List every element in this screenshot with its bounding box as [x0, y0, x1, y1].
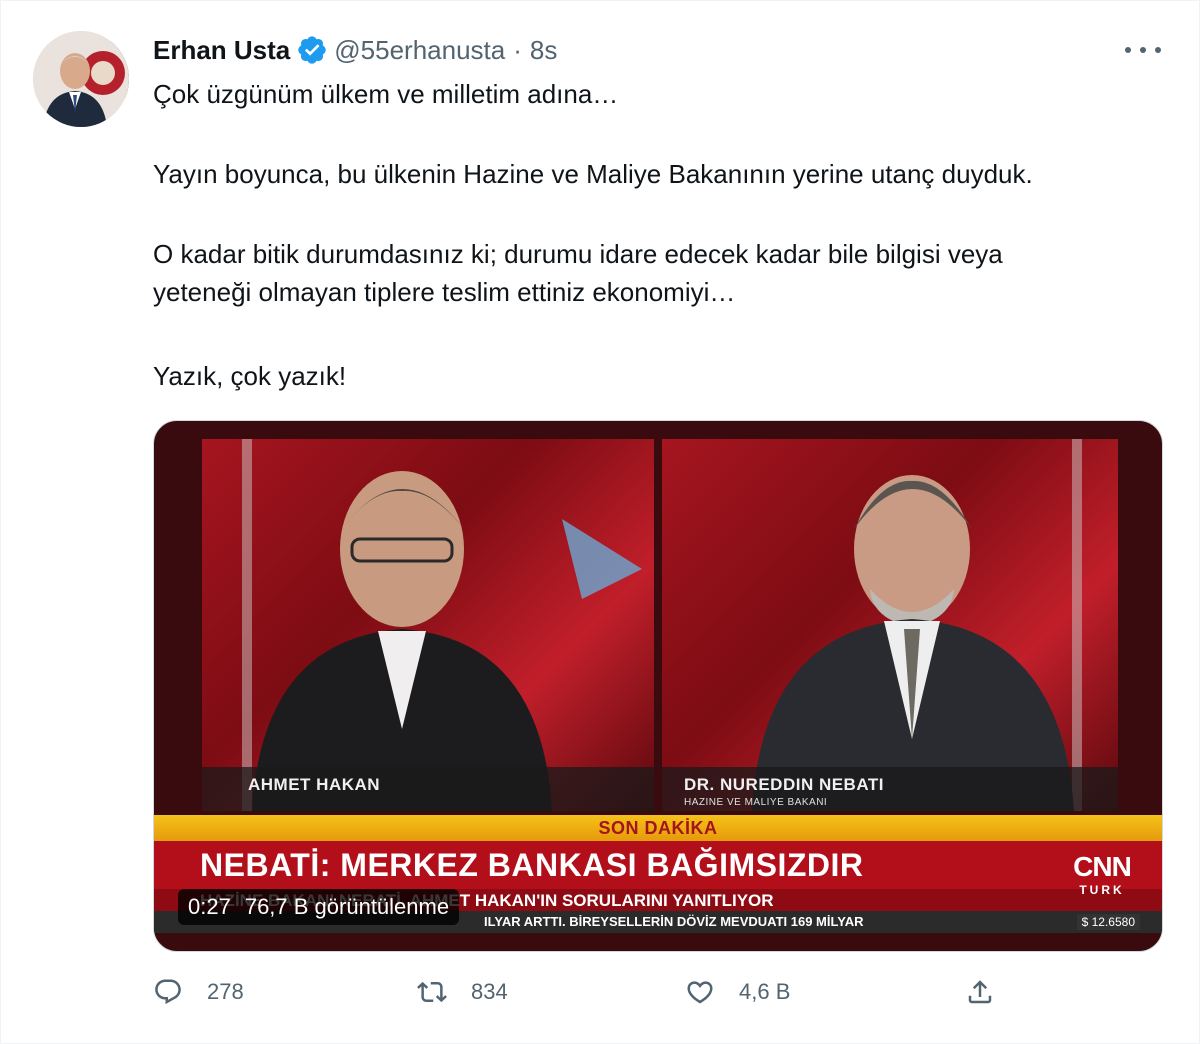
channel-logo-bottom: TURK [1079, 883, 1125, 897]
breaking-news-bar: SON DAKİKA [154, 815, 1162, 841]
tweet-text-paragraph: Yayın boyunca, bu ülkenin Hazine ve Mali… [153, 159, 1033, 189]
headline-text: NEBATİ: MERKEZ BANKASI BAĞIMSIZDIR [200, 847, 864, 883]
author-handle[interactable]: @55erhanusta [334, 35, 505, 66]
headline-bar: NEBATİ: MERKEZ BANKASI BAĞIMSIZDIR [154, 841, 1162, 889]
channel-logo: CNN TURK [1066, 851, 1138, 897]
reply-icon [155, 979, 181, 1005]
guest-figure [752, 475, 1074, 811]
share-icon [968, 980, 992, 1004]
video-view-count: 76,7 B görüntülenme [244, 894, 450, 919]
header-separator: · [513, 34, 522, 65]
author-avatar[interactable] [33, 31, 129, 127]
retweet-icon [417, 981, 447, 1003]
author-name[interactable]: Erhan Usta [153, 35, 290, 66]
channel-logo-top: CNN [1073, 851, 1132, 882]
right-speaker-name: DR. NUREDDIN NEBATI [684, 775, 884, 794]
more-options-icon[interactable] [1125, 37, 1161, 63]
tweet-header: Erhan Usta @55erhanusta · 8s [153, 33, 557, 67]
tweet-text-paragraph: yeteneği olmayan tiplere teslim ettiniz … [153, 277, 736, 307]
right-namebar: DR. NUREDDIN NEBATI HAZINE VE MALIYE BAK… [662, 767, 1118, 811]
retweet-count: 834 [471, 979, 508, 1004]
avatar-image [33, 31, 129, 127]
video-player[interactable]: AHMET HAKAN DR. NUREDDIN NEBATI HAZINE V… [153, 420, 1163, 952]
video-info-badge: 0:27 76,7 B görüntülenme [178, 889, 460, 925]
reply-button[interactable]: 278 [153, 977, 244, 1007]
like-count: 4,6 B [739, 979, 791, 1004]
video-duration: 0:27 [188, 894, 231, 919]
fx-rate: $ 12.6580 [1076, 914, 1140, 930]
crawl-text: ILYAR ARTTI. BİREYSELLERİN DÖVİZ MEVDUAT… [484, 914, 864, 929]
left-speaker-name: AHMET HAKAN [248, 775, 381, 794]
video-frame: AHMET HAKAN DR. NUREDDIN NEBATI HAZINE V… [154, 421, 1162, 951]
reply-count: 278 [207, 979, 244, 1004]
right-speaker-title: HAZINE VE MALIYE BAKANI [684, 797, 828, 808]
breaking-news-label: SON DAKİKA [598, 818, 718, 838]
tweet-text-paragraph: Çok üzgünüm ülkem ve milletim adına… [153, 79, 619, 109]
tweet-card[interactable]: Erhan Usta @55erhanusta · 8s Çok üzgünüm… [0, 0, 1200, 1044]
like-button[interactable]: 4,6 B [685, 977, 790, 1007]
verified-badge-icon [296, 34, 328, 66]
left-namebar: AHMET HAKAN [202, 767, 654, 811]
tweet-text-paragraph: O kadar bitik durumdasınız ki; durumu id… [153, 239, 1003, 269]
tweet-text-paragraph: Yazık, çok yazık! [153, 361, 347, 391]
video-panel-left: AHMET HAKAN [202, 439, 654, 811]
share-button[interactable] [965, 977, 1019, 1007]
retweet-button[interactable]: 834 [417, 977, 508, 1007]
tweet-timestamp[interactable]: 8s [530, 35, 557, 66]
tweet-actions: 278 834 4,6 B [153, 977, 1013, 1021]
video-panel-right: DR. NUREDDIN NEBATI HAZINE VE MALIYE BAK… [662, 439, 1118, 811]
presenter-figure [252, 471, 642, 811]
heart-icon [687, 981, 713, 1004]
